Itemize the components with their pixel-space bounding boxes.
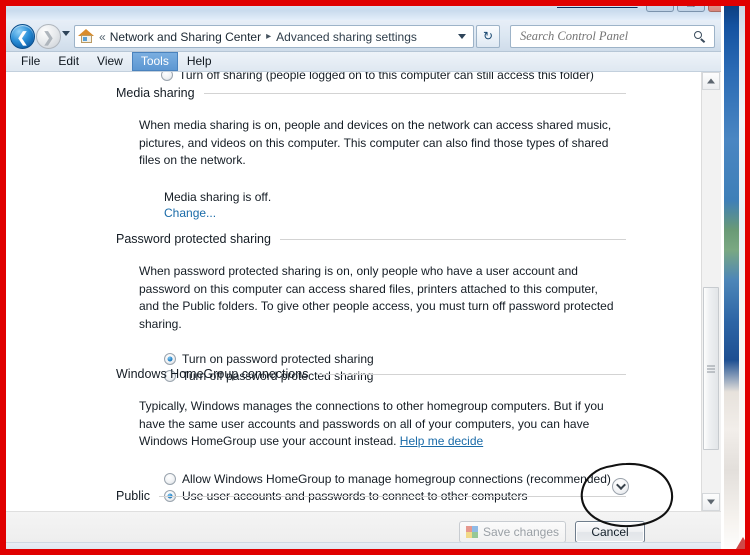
section-header: Public xyxy=(6,489,702,503)
chevron-down-icon[interactable] xyxy=(612,478,629,495)
forward-button[interactable]: ❯ xyxy=(36,24,61,49)
menu-bar: File Edit View Tools Help xyxy=(6,52,721,72)
scrollbar-thumb[interactable] xyxy=(703,287,719,450)
section-divider xyxy=(159,495,626,497)
menu-item-help[interactable]: Help xyxy=(178,52,221,71)
section-divider xyxy=(279,238,626,240)
desktop-icon-fragment xyxy=(736,537,750,549)
breadcrumb-item-advanced-sharing-settings[interactable]: Advanced sharing settings xyxy=(276,30,417,44)
cancel-button[interactable]: Cancel xyxy=(575,521,645,543)
scroll-up-button[interactable] xyxy=(702,72,720,90)
radio-turn-off-sharing-folder[interactable]: Turn off sharing (people logged on to th… xyxy=(161,72,594,82)
address-dropdown-icon[interactable] xyxy=(458,34,466,39)
section-title: Public xyxy=(116,489,151,503)
radio-icon[interactable] xyxy=(161,72,173,81)
section-title: Windows HomeGroup connections xyxy=(116,367,309,381)
home-icon xyxy=(78,29,95,44)
section-media-sharing: Media sharing When media sharing is on, … xyxy=(6,86,702,222)
search-box[interactable] xyxy=(510,25,715,48)
vertical-scrollbar[interactable] xyxy=(701,72,721,511)
help-me-decide-link[interactable]: Help me decide xyxy=(400,434,483,448)
minimize-button[interactable]: — xyxy=(646,0,674,12)
radio-label: Turn on password protected sharing xyxy=(182,351,374,366)
radio-label: Allow Windows HomeGroup to manage homegr… xyxy=(182,472,611,486)
breadcrumb-separator-icon: ▸ xyxy=(266,31,272,42)
section-divider xyxy=(203,92,626,94)
control-panel-window: ❮ ❯ « Network and Sharing Center ▸ Advan… xyxy=(6,20,721,549)
media-sharing-description: When media sharing is on, people and dev… xyxy=(139,118,612,167)
navigation-bar: ❮ ❯ « Network and Sharing Center ▸ Advan… xyxy=(6,20,721,52)
screenshot-root: Send Feedback — ❐ ✕ ❮ ❯ xyxy=(0,0,750,555)
cancel-label: Cancel xyxy=(591,525,629,539)
settings-content-inner: Turn off sharing (people logged on to th… xyxy=(6,72,702,511)
scroll-down-arrow-icon xyxy=(707,499,715,505)
close-button[interactable]: ✕ xyxy=(708,0,721,12)
dialog-button-bar: Save changes Cancel xyxy=(6,511,721,549)
radio-label: Turn off sharing (people logged on to th… xyxy=(179,72,594,82)
window-controls: — ❐ ✕ xyxy=(646,0,721,12)
section-public: Public xyxy=(6,489,702,503)
back-button[interactable]: ❮ xyxy=(10,24,35,49)
section-header: Media sharing xyxy=(6,86,702,100)
desktop-background-overlay xyxy=(739,0,750,555)
section-windows-homegroup-connections: Windows HomeGroup connections Typically,… xyxy=(6,367,702,505)
section-password-protected-sharing: Password protected sharing When password… xyxy=(6,232,702,384)
refresh-button[interactable]: ↻ xyxy=(476,25,500,48)
maximize-icon: ❐ xyxy=(686,0,696,9)
forward-arrow-icon: ❯ xyxy=(42,28,55,45)
settings-content-pane: Turn off sharing (people logged on to th… xyxy=(6,72,721,511)
password-sharing-description: When password protected sharing is on, o… xyxy=(139,264,614,331)
homegroup-description: Typically, Windows manages the connectio… xyxy=(6,398,702,451)
radio-turn-on-password-protected-sharing[interactable]: Turn on password protected sharing xyxy=(164,350,702,367)
section-header: Password protected sharing xyxy=(6,232,702,246)
breadcrumb-overflow[interactable]: « xyxy=(99,30,106,44)
scroll-down-button[interactable] xyxy=(702,493,720,511)
media-sharing-status: Media sharing is off. xyxy=(164,189,272,204)
menu-item-file[interactable]: File xyxy=(12,52,49,71)
section-header: Windows HomeGroup connections xyxy=(6,367,702,381)
menu-item-edit[interactable]: Edit xyxy=(49,52,88,71)
radio-icon[interactable] xyxy=(164,473,176,485)
menu-item-view[interactable]: View xyxy=(88,52,132,71)
radio-icon[interactable] xyxy=(164,352,176,365)
window-title-bar: Send Feedback — ❐ ✕ xyxy=(6,0,721,20)
section-title: Media sharing xyxy=(116,86,195,100)
send-feedback-link[interactable]: Send Feedback xyxy=(557,0,638,9)
save-changes-label: Save changes xyxy=(482,525,560,539)
back-arrow-icon: ❮ xyxy=(16,28,29,45)
scroll-up-arrow-icon xyxy=(707,78,715,84)
breadcrumb-item-network-sharing-center[interactable]: Network and Sharing Center xyxy=(110,30,261,44)
maximize-button[interactable]: ❐ xyxy=(677,0,705,12)
recent-pages-dropdown[interactable] xyxy=(62,31,70,36)
media-sharing-change-link[interactable]: Change... xyxy=(164,206,216,220)
search-input[interactable] xyxy=(518,28,694,45)
section-divider xyxy=(317,373,626,375)
search-icon xyxy=(694,30,706,43)
section-title: Password protected sharing xyxy=(116,232,271,246)
save-changes-button[interactable]: Save changes xyxy=(459,521,566,543)
minimize-icon: — xyxy=(655,0,665,9)
scrollbar-grip-icon xyxy=(707,365,715,372)
homegroup-description-text: Typically, Windows manages the connectio… xyxy=(139,399,604,448)
uac-shield-icon xyxy=(465,526,478,538)
menu-item-tools[interactable]: Tools xyxy=(131,52,178,71)
chevron-glyph xyxy=(615,480,626,491)
status-bar xyxy=(6,542,721,549)
address-bar[interactable]: « Network and Sharing Center ▸ Advanced … xyxy=(74,25,474,48)
